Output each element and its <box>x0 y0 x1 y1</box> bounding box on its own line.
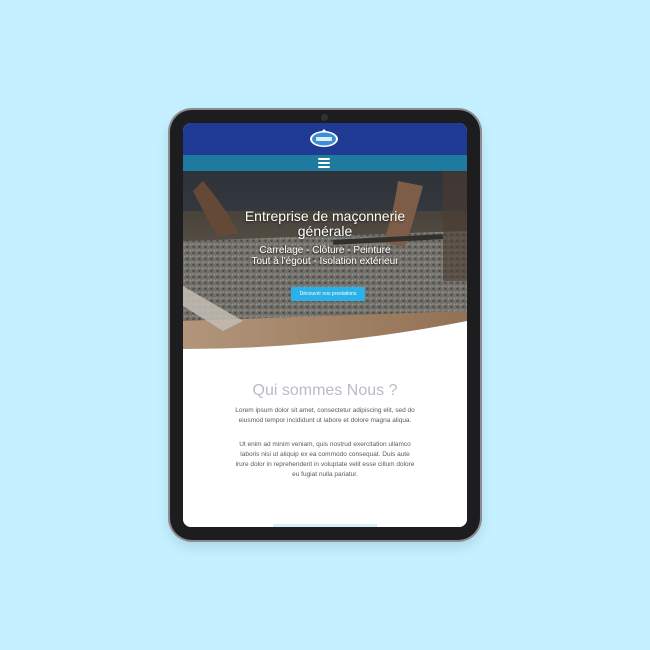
hero-subtitle-line-2: Tout à l'égout - Isolation extérieur <box>251 256 399 267</box>
hero-subtitle-line-1: Carrelage - Clôture - Peinture <box>259 245 391 256</box>
about-paragraph-2: Ut enim ad minim veniam, quis nostrud ex… <box>235 441 415 478</box>
about-title: Qui sommes Nous ? <box>252 382 398 399</box>
hero-subtitle: Carrelage - Clôture - Peinture Tout à l'… <box>213 245 437 267</box>
tablet-device: Entreprise de maçonnerie générale Carrel… <box>170 110 480 540</box>
mockup-stage: Entreprise de maçonnerie générale Carrel… <box>0 0 650 650</box>
about-section: Qui sommes Nous ? Lorem ipsum dolor sit … <box>183 356 467 527</box>
tablet-screen: Entreprise de maçonnerie générale Carrel… <box>183 123 467 527</box>
discover-services-button[interactable]: Découvrir nos prestations <box>291 287 365 301</box>
camera-icon <box>321 114 328 121</box>
hamburger-menu-icon[interactable] <box>318 158 330 168</box>
company-logo-icon[interactable] <box>309 128 339 148</box>
next-section-hint <box>273 524 377 527</box>
site-header <box>183 123 467 155</box>
hero-title: Entreprise de maçonnerie générale <box>244 208 406 239</box>
nav-bar <box>183 155 467 171</box>
hero-section: Entreprise de maçonnerie générale Carrel… <box>183 171 467 356</box>
about-paragraph-1: Lorem ipsum dolor sit amet, consectetur … <box>235 407 415 424</box>
